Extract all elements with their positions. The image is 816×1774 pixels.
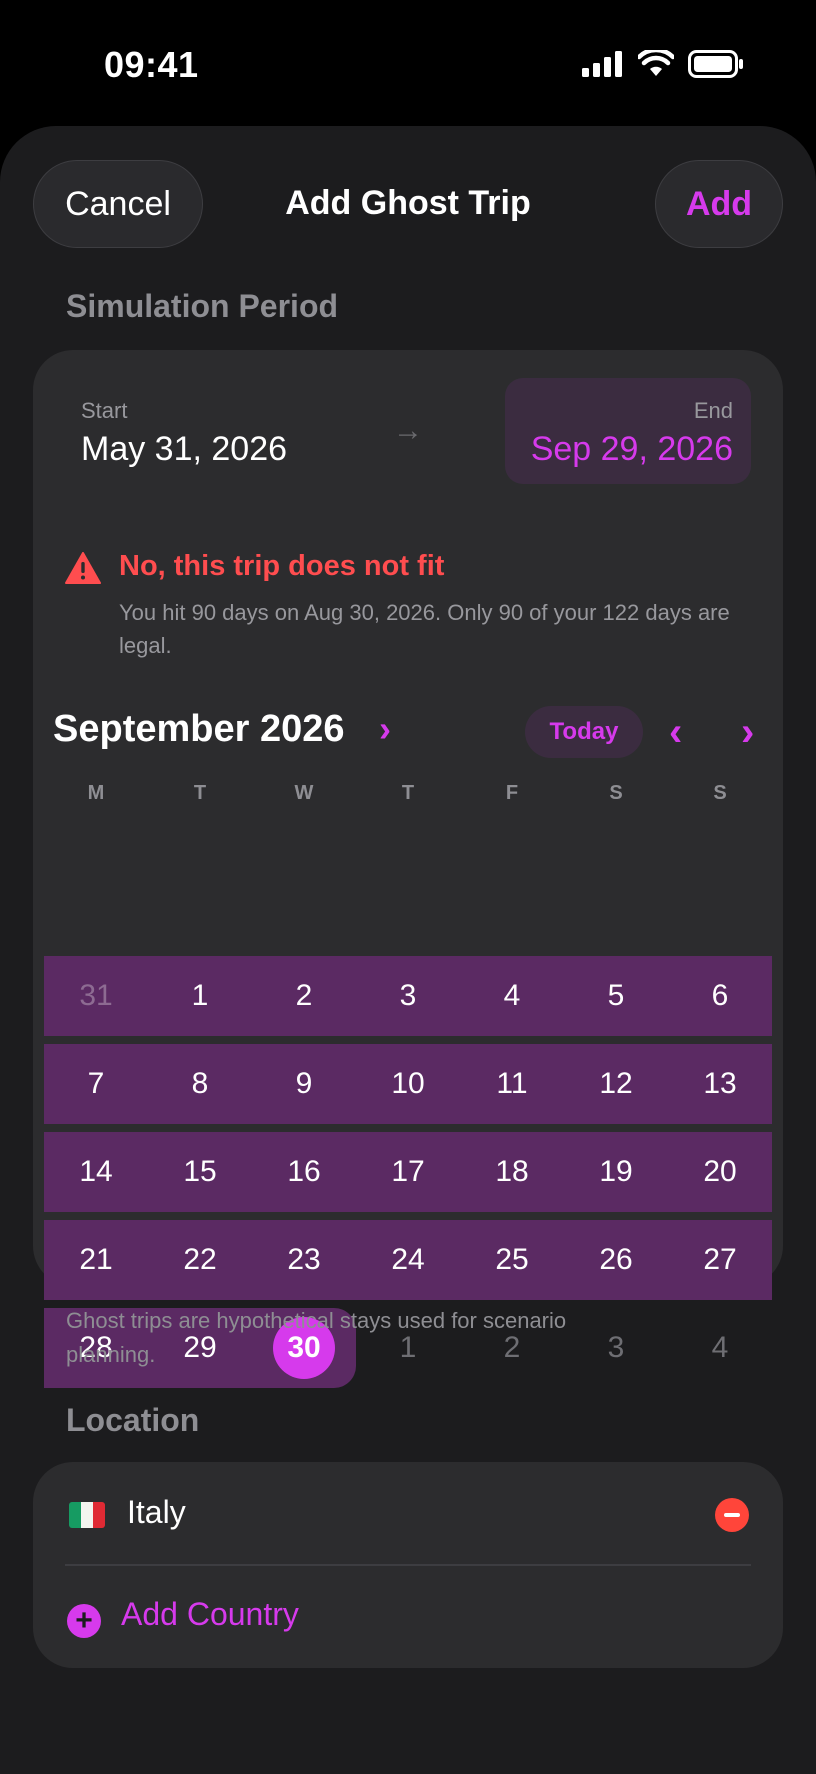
weekday-label: M — [87, 782, 105, 804]
end-date-field[interactable]: End Sep 29, 2026 — [505, 378, 751, 484]
calendar-day[interactable]: 10 — [356, 1044, 460, 1124]
plus-circle-icon[interactable]: + — [67, 1604, 101, 1638]
status-bar: 09:41 — [0, 0, 816, 126]
calendar-day[interactable]: 22 — [148, 1220, 252, 1300]
calendar-day[interactable]: 5 — [564, 956, 668, 1036]
add-ghost-trip-sheet: Cancel Add Ghost Trip Add Simulation Per… — [0, 126, 816, 1774]
fit-warning-text: You hit 90 days on Aug 30, 2026. Only 90… — [119, 600, 730, 658]
calendar-day[interactable]: 4 — [460, 956, 564, 1036]
weekday-header: M T W T F S S — [44, 782, 772, 805]
calendar-day[interactable]: 6 — [668, 956, 772, 1036]
calendar-day[interactable]: 7 — [44, 1044, 148, 1124]
calendar-day[interactable]: 3 — [356, 956, 460, 1036]
calendar-day[interactable]: 15 — [148, 1132, 252, 1212]
calendar-day[interactable]: 16 — [252, 1132, 356, 1212]
calendar-day[interactable]: 12 — [564, 1044, 668, 1124]
status-icons — [582, 50, 744, 78]
add-button[interactable]: Add — [655, 160, 783, 248]
calendar-day[interactable]: 4 — [668, 1308, 772, 1388]
calendar-day[interactable]: 27 — [668, 1220, 772, 1300]
divider — [65, 1564, 751, 1566]
weekday-label: T — [193, 782, 207, 804]
end-date-label: End — [693, 398, 733, 423]
calendar-day[interactable]: 20 — [668, 1132, 772, 1212]
location-heading: Location — [66, 1402, 200, 1438]
calendar-week-row: 21 22 23 24 25 26 27 — [44, 1220, 772, 1300]
calendar-day[interactable]: 19 — [564, 1132, 668, 1212]
weekday-label: S — [713, 782, 727, 804]
weekday-label: F — [505, 782, 519, 804]
end-date-value: Sep 29, 2026 — [530, 430, 733, 468]
minus-circle-icon[interactable] — [715, 1498, 749, 1532]
start-date-label: Start — [81, 398, 128, 423]
calendar-day[interactable]: 25 — [460, 1220, 564, 1300]
wifi-icon — [638, 50, 674, 76]
calendar-day[interactable]: 14 — [44, 1132, 148, 1212]
weekday-label: T — [401, 782, 415, 804]
country-name: Italy — [127, 1494, 186, 1530]
calendar-day[interactable]: 31 — [44, 956, 148, 1036]
calendar-week-row: 7 8 9 10 11 12 13 — [44, 1044, 772, 1124]
calendar-day[interactable]: 26 — [564, 1220, 668, 1300]
calendar-day[interactable]: 23 — [252, 1220, 356, 1300]
calendar-week-row: 31 1 2 3 4 5 6 — [44, 956, 772, 1036]
today-button[interactable]: Today — [525, 706, 643, 758]
calendar-day[interactable]: 24 — [356, 1220, 460, 1300]
calendar-day[interactable]: 1 — [148, 956, 252, 1036]
battery-icon — [688, 50, 743, 78]
calendar-day[interactable]: 9 — [252, 1044, 356, 1124]
calendar-day[interactable]: 18 — [460, 1132, 564, 1212]
warning-icon — [65, 552, 101, 584]
ghost-trip-footnote: Ghost trips are hypothetical stays used … — [66, 1308, 567, 1367]
calendar-day[interactable]: 11 — [460, 1044, 564, 1124]
cellular-signal-icon — [582, 51, 622, 77]
next-month-button[interactable]: › — [741, 710, 754, 755]
italy-flag-icon — [69, 1502, 105, 1528]
add-country-button[interactable]: Add Country — [121, 1596, 299, 1633]
previous-month-button[interactable]: ‹ — [669, 710, 682, 755]
chevron-right-icon[interactable]: › — [379, 708, 391, 750]
simulation-period-heading: Simulation Period — [66, 288, 339, 324]
calendar-day[interactable]: 8 — [148, 1044, 252, 1124]
calendar-month-title[interactable]: September 2026 — [53, 708, 345, 751]
calendar-day[interactable]: 2 — [252, 956, 356, 1036]
arrow-right-icon: → — [393, 414, 423, 447]
calendar-day[interactable]: 13 — [668, 1044, 772, 1124]
status-time: 09:41 — [104, 44, 199, 85]
location-card: Italy + Add Country — [33, 1462, 783, 1668]
calendar-week-row: 14 15 16 17 18 19 20 — [44, 1132, 772, 1212]
calendar-day[interactable]: 21 — [44, 1220, 148, 1300]
calendar-day[interactable]: 17 — [356, 1132, 460, 1212]
start-date-value[interactable]: May 31, 2026 — [81, 430, 287, 469]
simulation-period-card: Start May 31, 2026 → End Sep 29, 2026 No… — [33, 350, 783, 1388]
fit-warning-title: No, this trip does not fit — [119, 550, 445, 582]
weekday-label: S — [609, 782, 623, 804]
weekday-label: W — [294, 782, 314, 804]
